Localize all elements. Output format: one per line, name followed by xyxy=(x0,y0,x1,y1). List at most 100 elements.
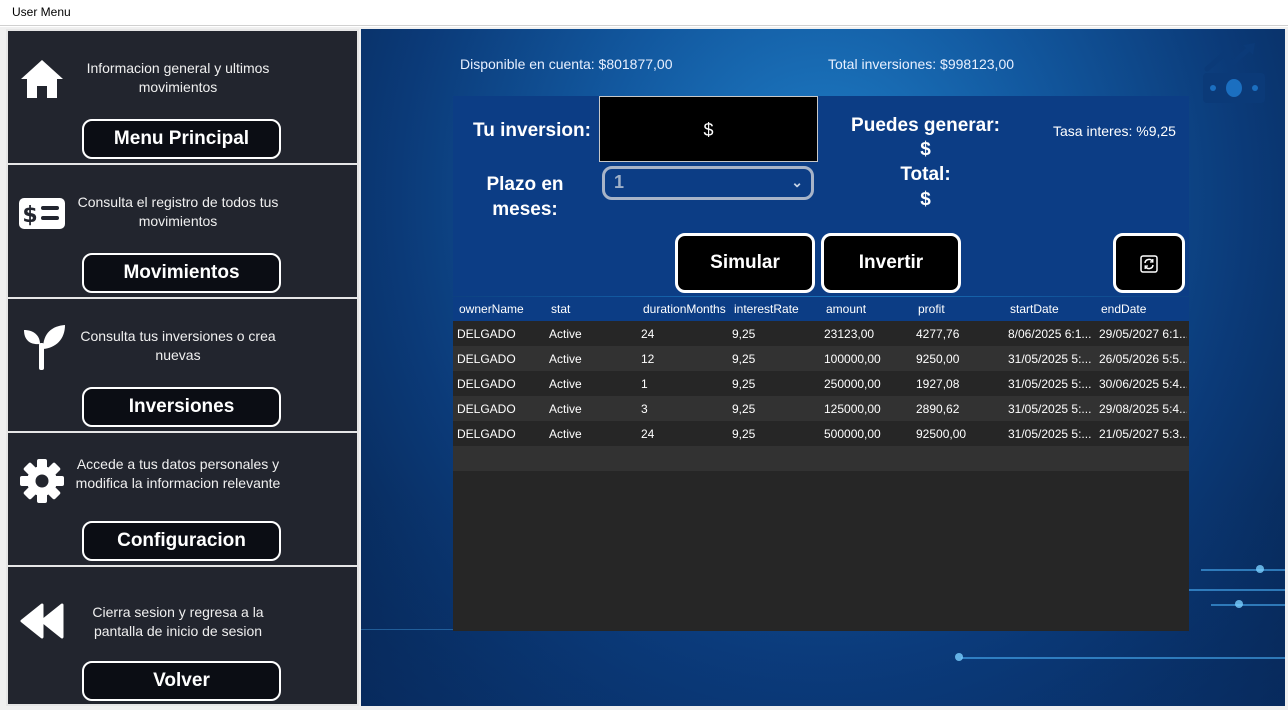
circuit-dot xyxy=(955,653,963,661)
table-cell: 21/05/2027 5:3... xyxy=(1099,427,1187,441)
table-cell: 31/05/2025 5:... xyxy=(1008,352,1092,366)
table-cell: 30/06/2025 5:4... xyxy=(1099,377,1187,391)
simulate-button[interactable]: Simular xyxy=(675,233,815,293)
app-window: Informacion general y ultimos movimiento… xyxy=(0,27,1288,710)
table-cell: Active xyxy=(549,427,582,441)
table-cell: 9,25 xyxy=(732,327,756,341)
column-header[interactable]: amount xyxy=(826,302,912,316)
svg-text:$: $ xyxy=(22,203,37,228)
table-cell: 29/08/2025 5:4... xyxy=(1099,402,1187,416)
table-cell: DELGADO xyxy=(457,327,516,341)
term-select[interactable]: 1 ⌄ xyxy=(602,166,814,200)
sidebar-item-configuracion: Accede a tus datos personales y modifica… xyxy=(8,433,357,567)
column-header[interactable]: durationMonths xyxy=(643,302,729,316)
sidebar-item-description: Accede a tus datos personales y modifica… xyxy=(75,456,281,491)
table-cell: 8/06/2025 6:1... xyxy=(1008,327,1092,341)
table-cell: 2890,62 xyxy=(916,402,960,416)
sidebar-item-movimientos: $ Consulta el registro de todos tus movi… xyxy=(8,165,357,299)
table-cell: 31/05/2025 5:... xyxy=(1008,402,1092,416)
investment-growth-icon xyxy=(1203,43,1265,103)
table-row[interactable]: DELGADO Active 24 9,25 500000,00 92500,0… xyxy=(453,421,1189,446)
table-cell: 4277,76 xyxy=(916,327,960,341)
table-cell: 24 xyxy=(641,327,655,341)
circuit-line xyxy=(1201,569,1285,571)
invest-button[interactable]: Invertir xyxy=(821,233,961,293)
refresh-button[interactable] xyxy=(1113,233,1185,293)
table-cell: 9,25 xyxy=(732,402,756,416)
investment-amount-input[interactable]: $ xyxy=(599,96,818,162)
table-cell: DELGADO xyxy=(457,402,516,416)
investments-table[interactable]: ownerName stat durationMonths interestRa… xyxy=(453,297,1189,631)
table-cell: 125000,00 xyxy=(824,402,881,416)
table-row-empty[interactable] xyxy=(453,446,1189,471)
table-header: ownerName stat durationMonths interestRa… xyxy=(453,297,1189,321)
term-label: Plazo en meses: xyxy=(486,174,564,220)
table-cell: 23123,00 xyxy=(824,327,875,341)
table-cell: 100000,00 xyxy=(824,352,881,366)
can-generate-value: $ xyxy=(920,139,931,160)
interest-rate: Tasa interes: %9,25 xyxy=(1053,123,1176,139)
chevron-down-icon: ⌄ xyxy=(791,174,803,190)
available-balance: Disponible en cuenta: $801877,00 xyxy=(460,56,673,72)
table-cell: 24 xyxy=(641,427,655,441)
sidebar-item-description: Consulta el registro de todos tus movimi… xyxy=(77,194,279,229)
sidebar-item-description: Cierra sesion y regresa a la pantalla de… xyxy=(92,604,264,639)
money-list-icon: $ xyxy=(19,198,65,229)
circuit-line xyxy=(961,657,1285,659)
sidebar-item-inversiones: Consulta tus inversiones o crea nuevas I… xyxy=(8,299,357,433)
table-cell: 9,25 xyxy=(732,352,756,366)
table-cell: Active xyxy=(549,377,582,391)
table-cell: 26/05/2026 5:5... xyxy=(1099,352,1187,366)
column-header[interactable]: ownerName xyxy=(459,302,545,316)
table-cell: DELGADO xyxy=(457,377,516,391)
window-titlebar: User Menu xyxy=(0,0,1288,26)
table-cell: 29/05/2027 6:1... xyxy=(1099,327,1187,341)
movimientos-button[interactable]: Movimientos xyxy=(82,253,281,293)
table-cell: 500000,00 xyxy=(824,427,881,441)
main-panel: Disponible en cuenta: $801877,00 Total i… xyxy=(361,29,1285,706)
sidebar-item-description: Consulta tus inversiones o crea nuevas xyxy=(80,328,276,363)
table-row[interactable]: DELGADO Active 3 9,25 125000,00 2890,62 … xyxy=(453,396,1189,421)
table-row[interactable]: DELGADO Active 24 9,25 23123,00 4277,76 … xyxy=(453,321,1189,346)
total-investments: Total inversiones: $998123,00 xyxy=(828,56,1015,72)
table-cell: 3 xyxy=(641,402,648,416)
table-cell: 12 xyxy=(641,352,655,366)
table-cell: 9,25 xyxy=(732,377,756,391)
sprout-icon xyxy=(24,325,65,370)
inversiones-button[interactable]: Inversiones xyxy=(82,387,281,427)
table-cell: DELGADO xyxy=(457,352,516,366)
table-row[interactable]: DELGADO Active 12 9,25 100000,00 9250,00… xyxy=(453,346,1189,371)
configuracion-button[interactable]: Configuracion xyxy=(82,521,281,561)
sidebar: Informacion general y ultimos movimiento… xyxy=(6,29,359,706)
table-cell: 31/05/2025 5:... xyxy=(1008,427,1092,441)
menu-principal-button[interactable]: Menu Principal xyxy=(82,119,281,159)
circuit-line xyxy=(1211,604,1285,606)
can-generate-label: Puedes generar: xyxy=(851,115,1000,136)
investment-label: Tu inversion: xyxy=(473,120,591,141)
column-header[interactable]: startDate xyxy=(1010,302,1096,316)
window-title: User Menu xyxy=(12,5,71,19)
table-cell: 92500,00 xyxy=(916,427,967,441)
table-cell: 31/05/2025 5:... xyxy=(1008,377,1092,391)
column-header[interactable]: endDate xyxy=(1101,302,1187,316)
total-value: $ xyxy=(920,189,931,210)
sidebar-item-menu-principal: Informacion general y ultimos movimiento… xyxy=(8,31,357,165)
table-cell: Active xyxy=(549,402,582,416)
table-cell: 1 xyxy=(641,377,648,391)
column-header[interactable]: profit xyxy=(918,302,1004,316)
table-cell: 9250,00 xyxy=(916,352,960,366)
circuit-dot xyxy=(1235,600,1243,608)
column-header[interactable]: interestRate xyxy=(734,302,820,316)
table-cell: 1927,08 xyxy=(916,377,960,391)
home-icon xyxy=(21,60,63,98)
volver-button[interactable]: Volver xyxy=(82,661,281,701)
table-cell: DELGADO xyxy=(457,427,516,441)
table-cell: 9,25 xyxy=(732,427,756,441)
table-cell: Active xyxy=(549,327,582,341)
sidebar-item-volver: Cierra sesion y regresa a la pantalla de… xyxy=(8,567,357,706)
column-header[interactable]: stat xyxy=(551,302,637,316)
circuit-dot xyxy=(1256,565,1264,573)
gear-icon xyxy=(20,459,64,503)
rewind-icon xyxy=(20,603,64,639)
table-row[interactable]: DELGADO Active 1 9,25 250000,00 1927,08 … xyxy=(453,371,1189,396)
